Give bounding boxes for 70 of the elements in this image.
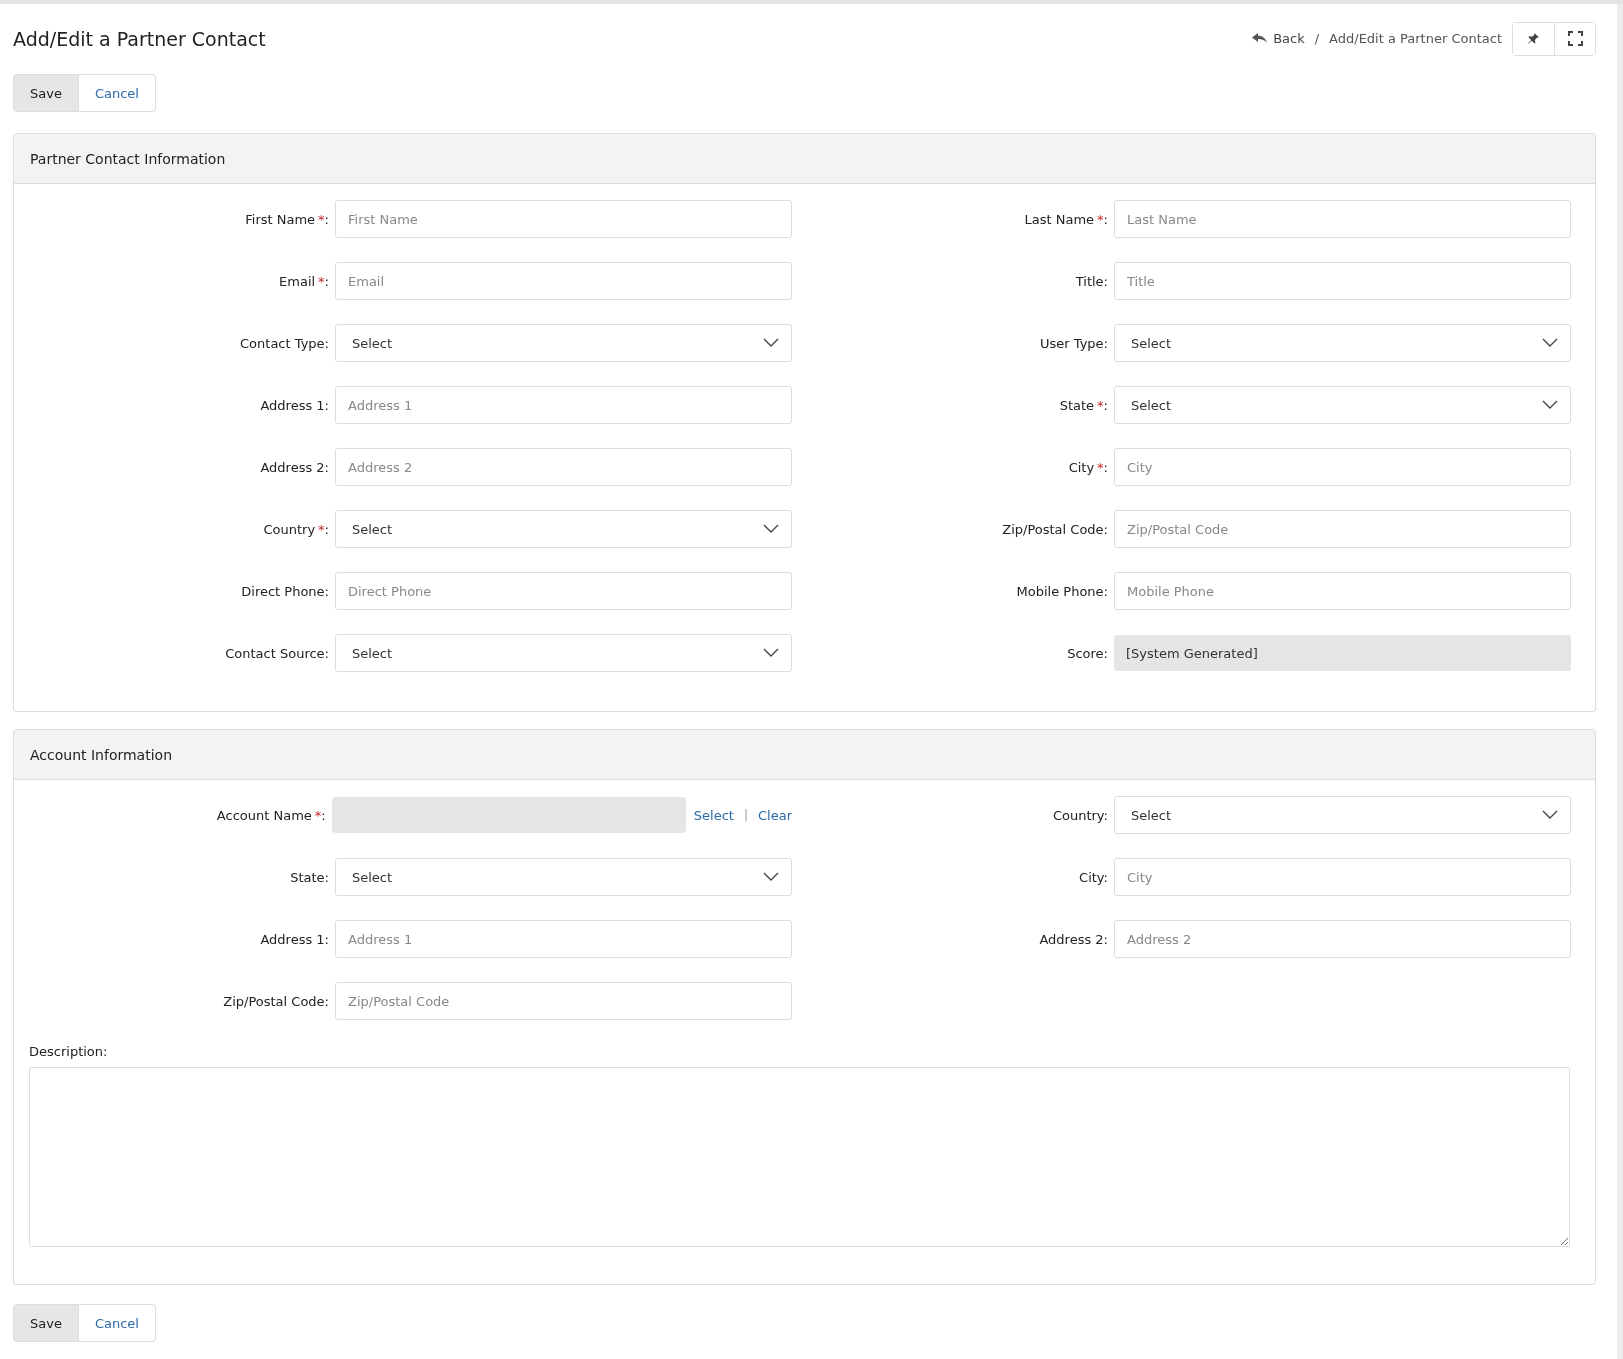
field-label: Direct Phone:	[240, 583, 329, 599]
section-header: Partner Contact Information	[14, 134, 1595, 184]
field-label: City:	[1078, 869, 1108, 885]
chevron-down-icon	[763, 524, 779, 534]
section-header: Account Information	[14, 730, 1595, 780]
text-input[interactable]: First Name	[335, 200, 792, 238]
text-input[interactable]: Last Name	[1114, 200, 1571, 238]
select-link[interactable]: Select	[693, 807, 734, 823]
select-dropdown[interactable]: Select	[335, 858, 792, 896]
pin-icon	[1527, 32, 1540, 45]
field-label: Address 2:	[259, 459, 329, 475]
page-title: Add/Edit a Partner Contact	[13, 27, 266, 50]
text-input[interactable]: City	[1114, 448, 1571, 486]
chevron-down-icon	[1542, 338, 1558, 348]
field-label: Country:	[1051, 807, 1108, 823]
save-button[interactable]: Save	[13, 74, 79, 112]
field-label: Email *:	[278, 273, 329, 289]
text-input[interactable]: Direct Phone	[335, 572, 792, 610]
field-label: Address 1:	[259, 931, 329, 947]
select-dropdown[interactable]: Select	[1114, 324, 1571, 362]
expand-icon	[1567, 31, 1583, 46]
field-label: Mobile Phone:	[1015, 583, 1108, 599]
text-input[interactable]: Address 2	[1114, 920, 1571, 958]
text-input[interactable]: Address 2	[335, 448, 792, 486]
breadcrumb-separator: /	[1314, 31, 1320, 46]
text-input[interactable]: Mobile Phone	[1114, 572, 1571, 610]
field-label: Contact Type:	[239, 335, 329, 351]
field-label: Title:	[1074, 273, 1108, 289]
text-input[interactable]: Title	[1114, 262, 1571, 300]
link-separator: |	[743, 808, 748, 822]
text-input[interactable]: Zip/Postal Code	[335, 982, 792, 1020]
field-label: Contact Source:	[224, 645, 329, 661]
clear-link[interactable]: Clear	[758, 807, 792, 823]
field-label: Score:	[1066, 645, 1108, 661]
text-input[interactable]: Email	[335, 262, 792, 300]
field-label: Address 2:	[1038, 931, 1108, 947]
field-label: Zip/Postal Code:	[1001, 521, 1108, 537]
text-input[interactable]: Address 1	[335, 386, 792, 424]
chevron-down-icon	[763, 338, 779, 348]
text-input[interactable]: City	[1114, 858, 1571, 896]
select-dropdown[interactable]: Select	[335, 324, 792, 362]
field-label: Zip/Postal Code:	[222, 993, 329, 1009]
field-label: State:	[289, 869, 329, 885]
chevron-down-icon	[763, 648, 779, 658]
select-dropdown[interactable]: Select	[1114, 796, 1571, 834]
select-dropdown[interactable]: Select	[335, 510, 792, 548]
field-label: Account Name *:	[215, 807, 326, 823]
field-label: First Name *:	[244, 211, 329, 227]
save-button[interactable]: Save	[13, 1304, 79, 1342]
readonly-field: [System Generated]	[1114, 635, 1571, 671]
field-label: City *:	[1067, 459, 1108, 475]
field-label: Address 1:	[259, 397, 329, 413]
field-label: Last Name *:	[1023, 211, 1108, 227]
cancel-button[interactable]: Cancel	[78, 74, 156, 112]
reply-arrow-icon	[1252, 33, 1269, 44]
chevron-down-icon	[1542, 400, 1558, 410]
description-label: Description:	[29, 1044, 109, 1059]
field-label: Country *:	[262, 521, 329, 537]
cancel-button[interactable]: Cancel	[78, 1304, 156, 1342]
field-label: State *:	[1058, 397, 1108, 413]
breadcrumb-current: Add/Edit a Partner Contact	[1329, 31, 1502, 46]
expand-button[interactable]	[1554, 22, 1595, 55]
chevron-down-icon	[1542, 810, 1558, 820]
select-dropdown[interactable]: Select	[335, 634, 792, 672]
chevron-down-icon	[763, 872, 779, 882]
text-input[interactable]: Address 1	[335, 920, 792, 958]
select-dropdown[interactable]: Select	[1114, 386, 1571, 424]
text-input[interactable]: Zip/Postal Code	[1114, 510, 1571, 548]
back-link[interactable]: Back	[1252, 31, 1305, 46]
field-label: User Type:	[1039, 335, 1108, 351]
